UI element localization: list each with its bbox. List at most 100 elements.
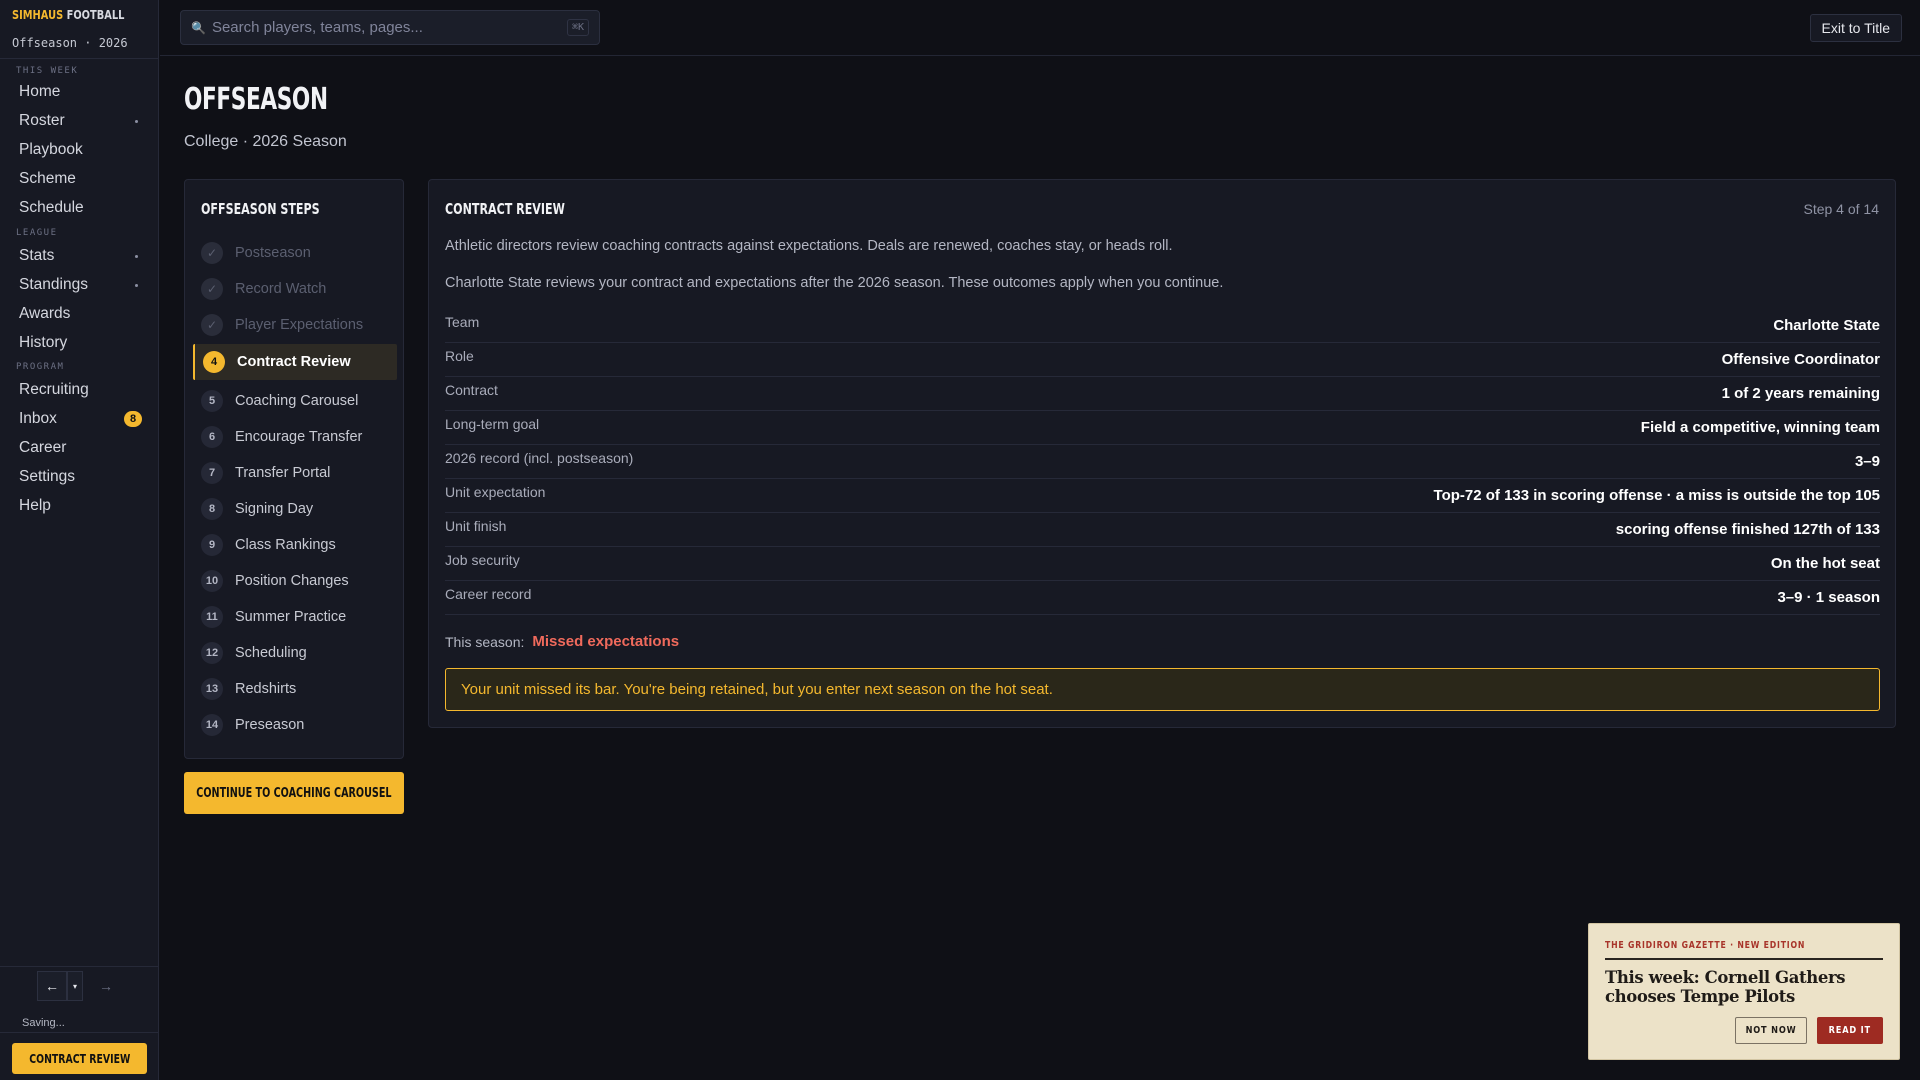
step-label: Player Expectations	[235, 317, 364, 333]
sidebar-item-scheme[interactable]: Scheme	[19, 168, 144, 190]
step-item-preseason[interactable]: 14 Preseason	[193, 707, 397, 743]
search-input[interactable]	[211, 19, 567, 36]
detail-value: Charlotte State	[1773, 317, 1880, 334]
step-item-redshirts[interactable]: 13 Redshirts	[193, 671, 397, 707]
forward-arrow-icon[interactable]: →	[91, 971, 121, 1001]
detail-key: 2026 record (incl. postseason)	[445, 449, 634, 466]
detail-value: Top-72 of 133 in scoring offense · a mis…	[1433, 487, 1880, 504]
sidebar-item-history[interactable]: History	[19, 332, 144, 354]
gazette-read-it-button[interactable]: READ IT	[1817, 1017, 1883, 1044]
step-counter: Step 4 of 14	[1803, 201, 1879, 217]
step-number: 5	[201, 390, 223, 412]
continue-button[interactable]: CONTINUE TO COACHING CAROUSEL	[184, 772, 404, 814]
sidebar: SIMHAUS FOOTBALL Offseason · 2026 THIS W…	[0, 0, 159, 1080]
submenu-dot-icon	[135, 254, 138, 258]
contract-detail-row: Contract 1 of 2 years remaining	[445, 377, 1880, 411]
sidebar-item-label: Schedule	[19, 199, 84, 216]
check-icon: ✓	[201, 278, 223, 300]
detail-key: Team	[445, 313, 480, 330]
submenu-dot-icon	[135, 283, 138, 287]
sidebar-item-help[interactable]: Help	[19, 495, 144, 517]
step-item-signing-day[interactable]: 8 Signing Day	[193, 491, 397, 527]
sidebar-item-label: Recruiting	[19, 381, 89, 398]
sidebar-item-label: Roster	[19, 112, 65, 129]
contract-detail-row: Unit finish scoring offense finished 127t…	[445, 513, 1880, 547]
step-label: Coaching Carousel	[235, 393, 359, 409]
step-label: Summer Practice	[235, 609, 347, 625]
saving-status: Saving...	[22, 1017, 65, 1029]
step-number: 10	[201, 570, 223, 592]
step-number: 11	[201, 606, 223, 628]
detail-value: 1 of 2 years remaining	[1721, 385, 1880, 402]
divider	[0, 58, 159, 59]
step-item-transfer-portal[interactable]: 7 Transfer Portal	[193, 455, 397, 491]
divider	[0, 1032, 159, 1033]
sidebar-item-schedule[interactable]: Schedule	[19, 197, 144, 219]
sidebar-item-label: Inbox	[19, 410, 57, 427]
step-item-class-rankings[interactable]: 9 Class Rankings	[193, 527, 397, 563]
detail-key: Unit expectation	[445, 483, 546, 500]
detail-value: scoring offense finished 127th of 133	[1615, 521, 1880, 538]
step-label: Postseason	[235, 245, 311, 261]
sidebar-item-label: Awards	[19, 305, 71, 322]
back-arrow-icon[interactable]: ←	[37, 971, 67, 1001]
gazette-kicker: THE GRIDIRON GAZETTE · NEW EDITION	[1605, 940, 1806, 951]
sidebar-item-stats[interactable]: Stats	[19, 245, 144, 267]
contract-detail-text: Charlotte State reviews your contract an…	[445, 275, 1224, 291]
sidebar-item-career[interactable]: Career	[19, 437, 144, 459]
sidebar-item-label: Playbook	[19, 141, 83, 158]
step-label: Contract Review	[237, 354, 351, 370]
season-result-line: This season: Missed expectations	[445, 633, 679, 650]
step-item-encourage-transfer[interactable]: 6 Encourage Transfer	[193, 419, 397, 455]
step-item-postseason[interactable]: ✓ Postseason	[193, 235, 397, 271]
sidebar-item-label: Career	[19, 439, 67, 456]
sidebar-item-awards[interactable]: Awards	[19, 303, 144, 325]
nav-section-label: LEAGUE	[16, 228, 58, 238]
detail-key: Unit finish	[445, 517, 507, 534]
step-item-scheduling[interactable]: 12 Scheduling	[193, 635, 397, 671]
contract-detail-row: 2026 record (incl. postseason) 3–9	[445, 445, 1880, 479]
divider	[0, 966, 159, 967]
gazette-headline: This week: Cornell Gathers chooses Tempe…	[1605, 968, 1846, 1006]
submenu-dot-icon	[135, 119, 138, 123]
current-step-button[interactable]: CONTRACT REVIEW	[12, 1043, 147, 1074]
step-label: Signing Day	[235, 501, 314, 517]
step-number: 4	[203, 351, 225, 373]
gazette-not-now-label: NOT NOW	[1745, 1025, 1797, 1036]
sidebar-item-inbox[interactable]: Inbox 8	[19, 408, 144, 430]
steps-panel-title: OFFSEASON STEPS	[201, 200, 320, 218]
gazette-not-now-button[interactable]: NOT NOW	[1735, 1017, 1807, 1044]
step-label: Redshirts	[235, 681, 297, 697]
contract-review-panel: CONTRACT REVIEW Step 4 of 14 Athletic di…	[428, 179, 1896, 728]
sidebar-item-standings[interactable]: Standings	[19, 274, 144, 296]
step-item-summer-practice[interactable]: 11 Summer Practice	[193, 599, 397, 635]
step-item-position-changes[interactable]: 10 Position Changes	[193, 563, 397, 599]
nav-section-label: PROGRAM	[16, 362, 65, 372]
history-menu-chevron-icon[interactable]: ▾	[67, 971, 83, 1001]
step-number: 7	[201, 462, 223, 484]
detail-value: Offensive Coordinator	[1721, 351, 1880, 368]
detail-key: Career record	[445, 585, 532, 602]
brand-name-accent: SIMHAUS	[12, 8, 64, 22]
search-box[interactable]: 🔍 ⌘K	[180, 10, 600, 45]
gazette-rule	[1605, 958, 1883, 960]
step-item-player-expectations[interactable]: ✓ Player Expectations	[193, 307, 397, 343]
check-icon: ✓	[201, 242, 223, 264]
gazette-read-it-label: READ IT	[1828, 1025, 1872, 1036]
contract-detail-row: Career record 3–9 · 1 season	[445, 581, 1880, 615]
search-shortcut-hint: ⌘K	[566, 19, 589, 36]
step-item-contract-review[interactable]: 4 Contract Review	[193, 344, 397, 380]
step-number: 14	[201, 714, 223, 736]
step-label: Class Rankings	[235, 537, 336, 553]
sidebar-item-label: Home	[19, 83, 61, 100]
sidebar-item-home[interactable]: Home	[19, 81, 144, 103]
step-label: Record Watch	[235, 281, 327, 297]
sidebar-item-playbook[interactable]: Playbook	[19, 139, 144, 161]
step-item-coaching-carousel[interactable]: 5 Coaching Carousel	[193, 383, 397, 419]
sidebar-item-recruiting[interactable]: Recruiting	[19, 379, 144, 401]
sidebar-item-roster[interactable]: Roster	[19, 110, 144, 132]
detail-value: 3–9	[1854, 453, 1880, 470]
sidebar-item-settings[interactable]: Settings	[19, 466, 144, 488]
exit-to-title-button[interactable]: Exit to Title	[1809, 14, 1902, 42]
step-item-record-watch[interactable]: ✓ Record Watch	[193, 271, 397, 307]
